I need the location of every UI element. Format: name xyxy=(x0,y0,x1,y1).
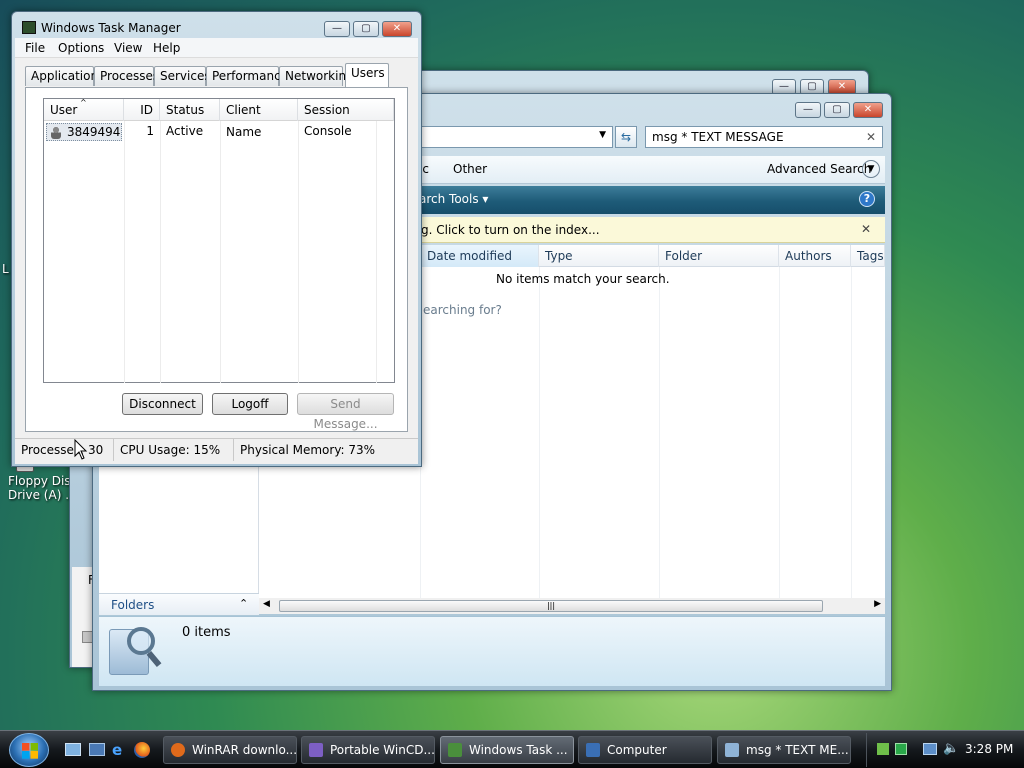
firefox-icon[interactable] xyxy=(134,742,150,758)
help-icon[interactable]: ? xyxy=(859,191,875,207)
index-info-bar[interactable]: g. Click to turn on the index... ✕ xyxy=(419,217,885,243)
column-authors[interactable]: Authors xyxy=(779,245,851,267)
tab-strip: Applications Processes Services Performa… xyxy=(25,63,405,88)
windows-logo-icon xyxy=(22,743,38,759)
computer-icon xyxy=(586,743,600,757)
clock[interactable]: 3:28 PM xyxy=(965,742,1013,756)
close-button[interactable]: ✕ xyxy=(382,21,412,37)
cpu-usage: CPU Usage: 15% xyxy=(113,439,233,461)
search-pane-bar: ic Other Advanced Search ▼ xyxy=(419,156,885,184)
taskbar-item-task-manager[interactable]: Windows Task ... xyxy=(440,736,574,764)
address-dropdown-icon[interactable]: ▼ xyxy=(599,130,606,140)
search-tools-menu[interactable]: arch Tools ▾ xyxy=(419,192,488,206)
maximize-button[interactable]: ▢ xyxy=(824,102,850,118)
taskbar: e WinRAR downlo... Portable WinCD... Win… xyxy=(0,730,1024,768)
users-tab-page: User ^ ID Status Client Name Session 3849… xyxy=(25,87,408,432)
search-folder-icon xyxy=(725,743,739,757)
floppy-label-1: Floppy Disk xyxy=(8,474,78,488)
users-list-header: User ^ ID Status Client Name Session xyxy=(44,98,394,139)
wincdemu-icon xyxy=(309,743,323,757)
floppy-label-2: Drive (A) ... xyxy=(8,488,77,502)
scroll-thumb[interactable]: ||| xyxy=(279,600,823,612)
task-manager-window: Windows Task Manager — ▢ ✕ File Options … xyxy=(11,11,422,467)
users-list[interactable]: User ^ ID Status Client Name Session 3849… xyxy=(43,98,395,383)
taskbar-item-computer[interactable]: Computer xyxy=(578,736,712,764)
column-session[interactable]: Session xyxy=(298,99,394,121)
maximize-button[interactable]: ▢ xyxy=(353,21,379,37)
column-type[interactable]: Type xyxy=(539,245,659,267)
scroll-left-icon[interactable]: ◀ xyxy=(263,599,270,609)
folders-collapse-icon[interactable]: ⌃ xyxy=(239,597,248,610)
search-magnifier-icon xyxy=(109,623,162,677)
column-tags[interactable]: Tags xyxy=(851,245,885,267)
tray-green-icon[interactable] xyxy=(895,743,907,755)
column-client-name[interactable]: Client Name xyxy=(220,99,298,139)
firefox-icon xyxy=(171,743,185,757)
tab-users[interactable]: Users xyxy=(345,63,389,87)
tab-services[interactable]: Services xyxy=(154,66,211,86)
tab-networking[interactable]: Networking xyxy=(279,66,354,86)
table-row[interactable]: 3849494 1 Active Console xyxy=(44,123,394,141)
address-bar[interactable]: ▼ xyxy=(419,126,613,148)
search-input[interactable]: msg * TEXT MESSAGE ✕ xyxy=(645,126,883,148)
column-date-modified[interactable]: Date modified xyxy=(421,245,539,267)
taskbar-item-wincdemu[interactable]: Portable WinCD... xyxy=(301,736,435,764)
logoff-button[interactable]: Logoff xyxy=(212,393,288,415)
menu-file[interactable]: File xyxy=(25,41,45,55)
send-message-button[interactable]: Send Message... xyxy=(297,393,394,431)
minimize-button[interactable]: — xyxy=(324,21,350,37)
tab-applications[interactable]: Applications xyxy=(25,66,104,86)
notification-area: 🔈 3:28 PM xyxy=(866,733,1024,767)
mouse-cursor-icon xyxy=(74,439,88,460)
search-filter-other[interactable]: Other xyxy=(453,162,487,176)
user-cell[interactable]: 3849494 xyxy=(46,123,122,141)
desktop-edge-label: L xyxy=(2,262,9,276)
tray-volume-icon[interactable]: 🔈 xyxy=(943,741,959,756)
task-manager-icon xyxy=(448,743,462,757)
start-button[interactable] xyxy=(9,733,49,767)
tray-security-icon[interactable] xyxy=(877,743,889,755)
column-id[interactable]: ID xyxy=(124,99,160,121)
tab-processes[interactable]: Processes xyxy=(94,66,159,86)
items-count: 0 items xyxy=(182,625,231,640)
menu-view[interactable]: View xyxy=(114,41,142,55)
advanced-search-chevron-icon[interactable]: ▼ xyxy=(862,160,880,178)
user-icon xyxy=(51,126,61,139)
window-title: Windows Task Manager xyxy=(41,21,181,35)
clear-search-icon[interactable]: ✕ xyxy=(866,130,876,144)
processes-count: Processes: 30 xyxy=(21,443,104,457)
no-items-message: No items match your search. xyxy=(496,272,670,286)
menu-help[interactable]: Help xyxy=(153,41,180,55)
command-toolbar: arch Tools ▾ ? xyxy=(419,186,885,214)
menu-bar: File Options View Help xyxy=(15,38,418,58)
menu-options[interactable]: Options xyxy=(58,41,104,55)
advanced-search-link[interactable]: Advanced Search xyxy=(767,162,871,176)
column-folder[interactable]: Folder xyxy=(659,245,779,267)
disconnect-button[interactable]: Disconnect xyxy=(122,393,203,415)
tray-network-icon[interactable] xyxy=(923,743,937,755)
close-button[interactable]: ✕ xyxy=(853,102,883,118)
column-headers: Date modified Type Folder Authors Tags xyxy=(421,245,885,267)
show-desktop-icon[interactable] xyxy=(65,743,81,756)
minimize-button[interactable]: — xyxy=(795,102,821,118)
taskbar-item-winrar[interactable]: WinRAR downlo... xyxy=(163,736,297,764)
scroll-right-icon[interactable]: ▶ xyxy=(874,599,881,609)
switch-windows-icon[interactable] xyxy=(89,743,105,756)
details-pane: 0 items xyxy=(99,616,885,686)
task-manager-app-icon xyxy=(22,21,36,34)
physical-memory: Physical Memory: 73% xyxy=(233,439,418,461)
tab-performance[interactable]: Performance xyxy=(206,66,288,86)
column-user[interactable]: User ^ xyxy=(44,98,124,121)
folders-bar[interactable]: Folders ⌃ xyxy=(99,593,259,615)
taskbar-item-search[interactable]: msg * TEXT ME... xyxy=(717,736,851,764)
searching-hint[interactable]: earching for? xyxy=(423,303,502,317)
close-info-bar-icon[interactable]: ✕ xyxy=(861,222,871,236)
internet-explorer-icon[interactable]: e xyxy=(112,742,128,758)
horizontal-scrollbar[interactable]: ◀ ||| ▶ xyxy=(259,598,885,614)
sort-ascending-icon: ^ xyxy=(80,98,87,107)
refresh-icon[interactable]: ⇆ xyxy=(615,126,637,148)
column-status[interactable]: Status xyxy=(160,99,220,121)
